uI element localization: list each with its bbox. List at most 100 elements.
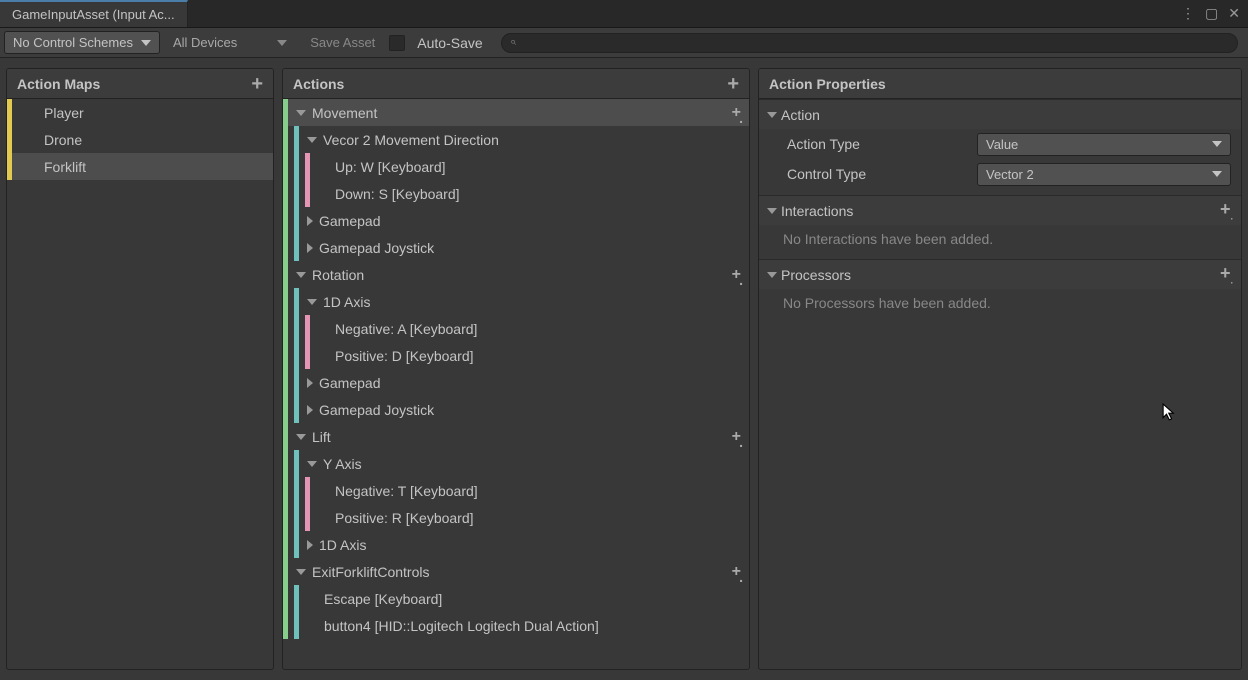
add-interaction-button[interactable]: +. [1220,200,1233,222]
action-label: Gamepad [319,375,749,391]
color-indicator [283,153,288,180]
control-schemes-dropdown[interactable]: No Control Schemes [4,31,160,54]
color-indicator [283,450,288,477]
chevron-down-icon[interactable] [296,110,306,116]
binding-item[interactable]: Positive: D [Keyboard] [283,342,749,369]
binding-composite[interactable]: Gamepad [283,369,749,396]
color-indicator [294,153,299,180]
close-icon[interactable]: ✕ [1228,5,1240,22]
save-asset-button[interactable]: Save Asset [300,32,385,53]
auto-save-checkbox[interactable] [389,35,405,51]
panel-title: Action Maps [17,76,100,92]
binding-item[interactable]: Positive: R [Keyboard] [283,504,749,531]
chevron-down-icon[interactable] [307,461,317,467]
add-binding-button[interactable] [732,564,749,580]
color-indicator [294,369,299,396]
color-indicator [305,477,310,504]
action-label: Gamepad [319,213,749,229]
action-label: Y Axis [323,456,749,472]
binding-item[interactable]: Negative: T [Keyboard] [283,477,749,504]
color-indicator [294,612,299,639]
color-indicator [283,585,288,612]
color-indicator [283,207,288,234]
color-indicator [7,126,12,153]
binding-composite[interactable]: Gamepad Joystick [283,396,749,423]
chevron-down-icon[interactable] [307,137,317,143]
add-action-button[interactable]: + [727,74,739,94]
action-item[interactable]: Lift [283,423,749,450]
binding-composite[interactable]: Y Axis [283,450,749,477]
chevron-down-icon[interactable] [296,272,306,278]
action-map-item[interactable]: Forklift [7,153,273,180]
chevron-right-icon[interactable] [307,540,313,550]
action-label: Negative: T [Keyboard] [335,483,749,499]
color-indicator [283,396,288,423]
chevron-right-icon[interactable] [307,378,313,388]
action-section-header[interactable]: Action [759,99,1241,129]
add-binding-button[interactable] [732,267,749,283]
chevron-down-icon [141,40,151,46]
color-indicator [283,315,288,342]
color-indicator [294,288,299,315]
chevron-down-icon[interactable] [296,434,306,440]
color-indicator [7,153,12,180]
binding-composite[interactable]: Gamepad [283,207,749,234]
search-input[interactable]: ⌕ [501,33,1238,53]
chevron-right-icon[interactable] [307,405,313,415]
action-label: Lift [312,429,732,445]
add-action-map-button[interactable]: + [251,74,263,94]
action-label: ExitForkliftControls [312,564,732,580]
color-indicator [305,180,310,207]
panel-title: Actions [293,76,344,92]
color-indicator [294,126,299,153]
action-label: Positive: R [Keyboard] [335,510,749,526]
maximize-icon[interactable]: ▢ [1205,5,1218,22]
add-processor-button[interactable]: +. [1220,264,1233,286]
binding-composite[interactable]: button4 [HID::Logitech Logitech Dual Act… [283,612,749,639]
action-item[interactable]: Rotation [283,261,749,288]
binding-composite[interactable]: Escape [Keyboard] [283,585,749,612]
color-indicator [283,126,288,153]
binding-item[interactable]: Up: W [Keyboard] [283,153,749,180]
color-indicator [305,342,310,369]
action-map-item[interactable]: Player [7,99,273,126]
color-indicator [283,369,288,396]
add-binding-button[interactable] [732,105,749,121]
color-indicator [283,531,288,558]
color-indicator [294,585,299,612]
action-item[interactable]: ExitForkliftControls [283,558,749,585]
chevron-down-icon[interactable] [307,299,317,305]
color-indicator [294,234,299,261]
control-type-dropdown[interactable]: Vector 2 [977,163,1231,186]
processors-section-header[interactable]: Processors +. [759,259,1241,289]
binding-composite[interactable]: 1D Axis [283,531,749,558]
control-type-label: Control Type [787,166,977,182]
action-label: Up: W [Keyboard] [335,159,749,175]
devices-dropdown[interactable]: All Devices [164,31,296,54]
chevron-right-icon[interactable] [307,216,313,226]
action-properties-panel: Action Properties Action Action Type Val… [758,68,1242,670]
devices-label: All Devices [173,35,237,50]
action-type-value: Value [986,137,1018,152]
menu-icon[interactable]: ⋮ [1181,5,1195,22]
window-tab[interactable]: GameInputAsset (Input Ac... [0,0,188,27]
chevron-down-icon[interactable] [296,569,306,575]
binding-composite[interactable]: 1D Axis [283,288,749,315]
binding-item[interactable]: Negative: A [Keyboard] [283,315,749,342]
action-maps-panel: Action Maps + PlayerDroneForklift [6,68,274,670]
color-indicator [294,450,299,477]
actions-panel: Actions + MovementVecor 2 Movement Direc… [282,68,750,670]
control-type-value: Vector 2 [986,167,1034,182]
binding-composite[interactable]: Vecor 2 Movement Direction [283,126,749,153]
action-maps-header: Action Maps + [7,69,273,99]
action-map-item[interactable]: Drone [7,126,273,153]
color-indicator [283,234,288,261]
action-item[interactable]: Movement [283,99,749,126]
binding-composite[interactable]: Gamepad Joystick [283,234,749,261]
chevron-right-icon[interactable] [307,243,313,253]
action-type-dropdown[interactable]: Value [977,133,1231,156]
add-binding-button[interactable] [732,429,749,445]
binding-item[interactable]: Down: S [Keyboard] [283,180,749,207]
interactions-section-header[interactable]: Interactions +. [759,195,1241,225]
auto-save-label: Auto-Save [409,35,490,51]
